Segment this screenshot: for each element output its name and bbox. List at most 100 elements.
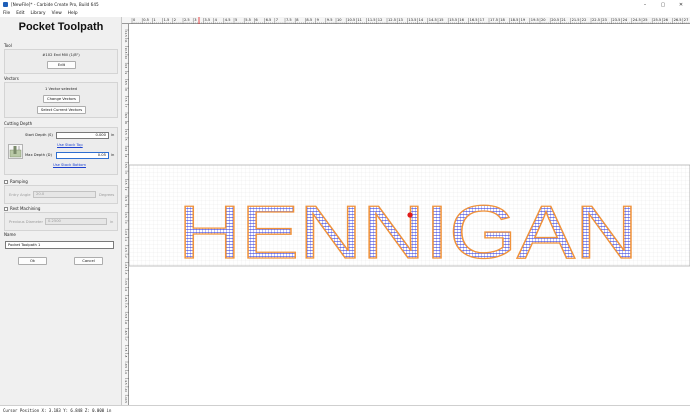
ruler-label: 7 xyxy=(276,18,278,22)
cancel-button[interactable]: Cancel xyxy=(74,257,103,265)
close-button[interactable]: ✕ xyxy=(672,0,690,9)
previous-diameter-input[interactable]: 0.2500 xyxy=(45,218,107,225)
rest-machining-checkbox[interactable] xyxy=(4,207,8,211)
ruler-label: 16.5 xyxy=(470,18,478,22)
ruler-label: 23.5 xyxy=(612,18,620,22)
ruler-label: 21 xyxy=(561,18,566,22)
entry-angle-input[interactable]: 20.0 xyxy=(33,191,96,198)
ruler-label: 11 xyxy=(357,18,362,22)
tool-name: #102 End Mill (1/8") xyxy=(42,53,80,57)
cursor-position: Cursor Position X: 3.183 Y: 6.848 Z: 0.0… xyxy=(3,408,112,413)
change-vectors-button[interactable]: Change Vectors xyxy=(43,95,80,103)
title-bar: [NewFile]* - Carbide Create Pro, Build 6… xyxy=(0,0,690,9)
ruler-label: 19.5 xyxy=(531,18,539,22)
ruler-label: 3 xyxy=(194,18,196,22)
ruler-label: -6 xyxy=(124,322,128,325)
ruler-label: -2.5 xyxy=(124,263,128,268)
cutting-depth-box: Start Depth (S) 0.000 in Use Stock Top M… xyxy=(4,127,118,175)
ruler-label: 10 xyxy=(124,56,128,60)
ruler-label: 12 xyxy=(378,18,383,22)
vector-status: 1 Vector selected xyxy=(44,87,77,91)
ruler-label: 11 xyxy=(124,39,128,43)
ruler-label: 25.5 xyxy=(653,18,661,22)
ruler-label: 1.5 xyxy=(164,18,170,22)
ruler-label: 8 xyxy=(296,18,299,22)
start-depth-unit: in xyxy=(111,133,115,137)
use-stock-top-link[interactable]: Use Stock Top xyxy=(57,143,83,147)
ruler-label: 2 xyxy=(124,189,128,191)
ruler-label: 1 xyxy=(124,205,128,207)
ruler-label: 6.5 xyxy=(266,18,272,22)
menu-help[interactable]: Help xyxy=(68,11,78,16)
ruler-label: 20.5 xyxy=(551,18,559,22)
ruler-label: 4 xyxy=(124,156,128,158)
ruler-label: 2 xyxy=(174,18,176,22)
horizontal-ruler: 0 0.5 1 1.5 2 2.5 3 3.5 4 4.5 5 5.5 6 6.5 7 7.5 8 8.5 9 9.5… xyxy=(122,17,690,24)
tool-box: #102 End Mill (1/8") Edit xyxy=(4,49,118,74)
design-canvas[interactable]: HENNIGAN xyxy=(128,24,690,405)
ruler-label: 5 xyxy=(235,18,237,22)
ruler-label: 10.5 xyxy=(124,48,128,54)
ramping-box: Entry Angle 20.0 Degrees xyxy=(4,185,118,204)
ruler-label: 5 xyxy=(124,139,128,141)
ruler-label: 10 xyxy=(337,18,342,22)
use-stock-bottom-link[interactable]: Use Stock Bottom xyxy=(53,163,86,167)
app-icon xyxy=(3,2,8,7)
toolpath-name-input[interactable]: Pocket Toolpath 1 xyxy=(5,241,114,249)
start-depth-input[interactable]: 0.000 xyxy=(56,132,109,139)
ruler-label: 26 xyxy=(663,18,668,22)
status-bar: Cursor Position X: 3.183 Y: 6.848 Z: 0.0… xyxy=(0,405,690,414)
vertical-ruler-ticks: 11.51110.5109.598.587.576.565.554.543.53… xyxy=(124,29,129,403)
ruler-label: -10 xyxy=(124,388,128,393)
ruler-label: -5 xyxy=(124,305,128,308)
menu-library[interactable]: Library xyxy=(31,11,46,16)
menu-view[interactable]: View xyxy=(52,11,62,16)
ruler-label: 3 xyxy=(124,172,128,174)
menu-file[interactable]: File xyxy=(3,11,10,16)
ruler-label: 15 xyxy=(439,18,444,22)
ruler-label: 23 xyxy=(602,18,607,22)
name-section-label: Name xyxy=(4,232,16,237)
ruler-label: 8.5 xyxy=(124,81,128,85)
design-text[interactable]: HENNIGAN xyxy=(177,189,638,274)
ruler-label: 18.5 xyxy=(510,18,518,22)
ruler-label: -8.5 xyxy=(124,363,128,368)
ruler-label: 4.5 xyxy=(225,18,231,22)
select-current-vectors-button[interactable]: Select Current Vectors xyxy=(37,106,86,114)
previous-diameter-unit: in xyxy=(110,220,114,224)
ruler-label: 0 xyxy=(133,18,136,22)
ruler-label: 21.5 xyxy=(572,18,580,22)
ruler-label: 24.5 xyxy=(633,18,641,22)
ruler-label: 6 xyxy=(124,122,128,124)
entry-angle-label: Entry Angle xyxy=(9,193,31,197)
max-depth-label: Max Depth (D) xyxy=(25,153,52,157)
edit-tool-button[interactable]: Edit xyxy=(47,61,76,69)
ruler-label: 9.5 xyxy=(124,64,128,68)
menu-bar: File Edit Library View Help xyxy=(0,9,690,17)
maximize-button[interactable]: ▢ xyxy=(654,0,672,9)
panel-title: Pocket Toolpath xyxy=(18,21,104,33)
ruler-label: 17 xyxy=(480,18,485,22)
vertical-ruler: 11.5 11 10.5 10 9.5 9 8.5 8 7.5 7 6.5 6 5.5 5 4.5 4 3.5 3… xyxy=(122,24,129,405)
ruler-label: -1 xyxy=(124,239,128,242)
ruler-label: 22.5 xyxy=(592,18,600,22)
ruler-label: 17.5 xyxy=(490,18,498,22)
previous-diameter-label: Previous Diameter xyxy=(9,220,43,224)
ruler-label: 7.5 xyxy=(124,97,128,101)
canvas-drawing: HENNIGAN xyxy=(128,164,690,275)
ruler-label: 8 xyxy=(124,89,128,91)
ruler-label: 3.5 xyxy=(204,18,210,22)
depth-diagram-icon xyxy=(8,144,23,159)
rest-machining-label: Rest Machining xyxy=(10,206,41,211)
minimize-button[interactable]: – xyxy=(636,0,654,9)
menu-edit[interactable]: Edit xyxy=(16,11,24,16)
ramping-checkbox[interactable] xyxy=(4,180,8,184)
ok-button[interactable]: Ok xyxy=(18,257,47,265)
ruler-label: 22 xyxy=(582,18,587,22)
max-depth-input[interactable]: 0.05 xyxy=(56,152,109,159)
horizontal-ruler-ticks: 0 0.5 1 1.5 2 2.5 3 3.5 4 4.5 5 5.5 6 6.5 7 7.5 8 8.5 9 9.5… xyxy=(131,17,690,24)
ruler-label: 9 xyxy=(317,18,320,22)
ruler-label: 0.5 xyxy=(124,214,128,218)
vectors-section-label: Vectors xyxy=(4,76,19,81)
ruler-label: 9 xyxy=(124,73,128,75)
